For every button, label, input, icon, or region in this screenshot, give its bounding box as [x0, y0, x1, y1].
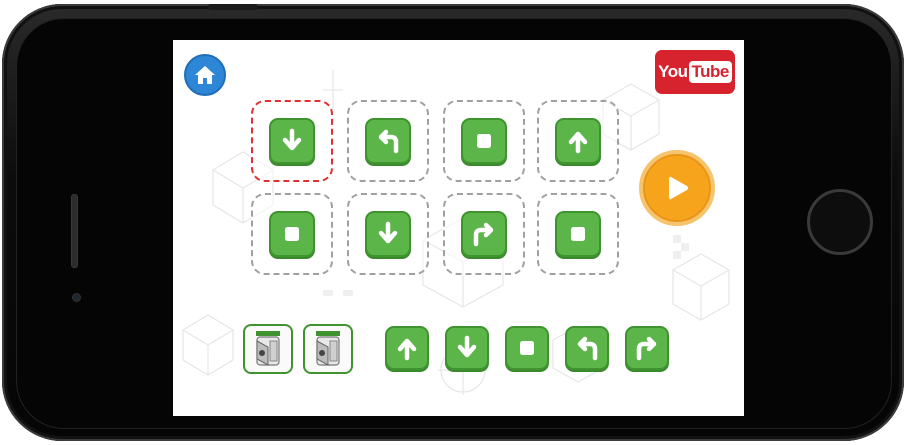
palette-item[interactable]	[625, 326, 669, 370]
turn-right-tile[interactable]	[461, 211, 507, 257]
stop-tile[interactable]	[555, 211, 601, 257]
palette-item[interactable]	[505, 326, 549, 370]
app-screen: You Tube	[173, 40, 744, 416]
robot-icon	[316, 331, 340, 366]
speaker-grille	[71, 194, 78, 268]
home-nav-button[interactable]	[184, 54, 226, 96]
program-slot[interactable]	[347, 100, 429, 182]
stop-tile[interactable]	[269, 211, 315, 257]
stop-icon	[285, 227, 299, 241]
turn-left-tile[interactable]	[565, 326, 609, 370]
arrow-down-tile[interactable]	[269, 118, 315, 164]
robot-card[interactable]	[243, 324, 293, 374]
robot-card[interactable]	[303, 324, 353, 374]
program-slot[interactable]	[443, 100, 525, 182]
palette-item[interactable]	[565, 326, 609, 370]
stop-tile[interactable]	[505, 326, 549, 370]
arrow-up-tile[interactable]	[385, 326, 429, 370]
front-camera	[72, 293, 81, 302]
turn-left-icon	[577, 336, 598, 361]
power-button	[208, 4, 258, 10]
turn-right-icon	[473, 222, 494, 247]
program-slot[interactable]	[251, 193, 333, 275]
youtube-button[interactable]: You Tube	[655, 50, 735, 94]
palette-item[interactable]	[385, 326, 429, 370]
arrow-down-icon	[378, 221, 398, 244]
play-button[interactable]	[639, 150, 715, 226]
arrow-down-icon	[282, 128, 302, 151]
arrow-up-icon	[568, 131, 588, 154]
stop-tile[interactable]	[461, 118, 507, 164]
program-slot[interactable]	[443, 193, 525, 275]
stop-icon	[571, 227, 585, 241]
stop-icon	[520, 341, 534, 355]
arrow-down-tile[interactable]	[365, 211, 411, 257]
arrow-down-tile[interactable]	[445, 326, 489, 370]
palette-item[interactable]	[445, 326, 489, 370]
arrow-up-tile[interactable]	[555, 118, 601, 164]
program-slot[interactable]	[347, 193, 429, 275]
stop-icon	[477, 134, 491, 148]
program-slot[interactable]	[537, 100, 619, 182]
arrow-down-icon	[457, 335, 477, 358]
turn-left-tile[interactable]	[365, 118, 411, 164]
program-slot[interactable]	[537, 193, 619, 275]
robot-icon	[256, 331, 280, 366]
turn-left-icon	[378, 129, 399, 154]
turn-right-icon	[636, 336, 657, 361]
arrow-up-icon	[397, 338, 417, 361]
device-home-button[interactable]	[807, 189, 873, 255]
youtube-label-you: You	[658, 62, 688, 81]
youtube-label-tube: Tube	[688, 61, 732, 83]
turn-right-tile[interactable]	[625, 326, 669, 370]
program-slot[interactable]	[251, 100, 333, 182]
house-icon	[195, 66, 215, 84]
play-icon	[669, 176, 688, 200]
